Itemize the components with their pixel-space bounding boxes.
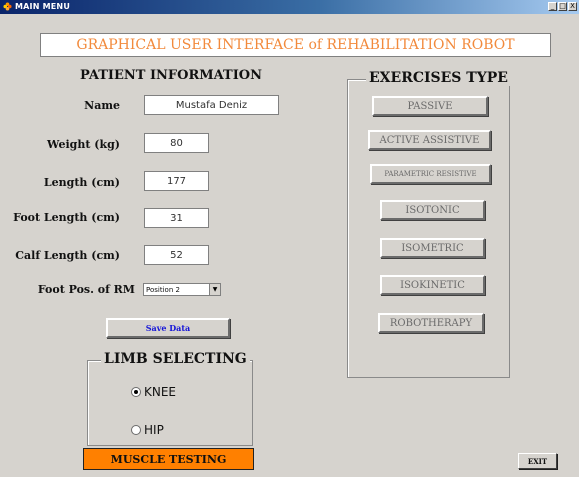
active-assistive-button[interactable]: ACTIVE ASSISTIVE [368, 130, 491, 150]
hip-radio[interactable]: HIP [131, 423, 164, 437]
app-title: GRAPHICAL USER INTERFACE of REHABILITATI… [40, 33, 551, 57]
flower-icon [3, 2, 12, 11]
foot-pos-select[interactable]: Position 2 ▼ [143, 283, 221, 296]
radio-checked-icon[interactable] [131, 387, 141, 397]
calf-length-field[interactable]: 52 [144, 245, 209, 265]
chevron-down-icon[interactable]: ▼ [209, 284, 220, 295]
limb-panel-title: LIMB SELECTING [101, 351, 250, 367]
calf-length-label: Calf Length (cm) [15, 249, 120, 262]
minimize-button[interactable]: _ [548, 2, 557, 11]
knee-label: KNEE [144, 385, 177, 399]
weight-field[interactable]: 80 [144, 133, 209, 153]
foot-length-field[interactable]: 31 [144, 208, 209, 228]
exit-button[interactable]: EXIT [518, 453, 557, 469]
robotherapy-button[interactable]: ROBOTHERAPY [378, 313, 484, 333]
parametric-resistive-button[interactable]: PARAMETRIC RESISTIVE [370, 164, 491, 184]
name-label: Name [84, 99, 120, 112]
name-field[interactable]: Mustafa Deniz [144, 95, 279, 115]
length-field[interactable]: 177 [144, 171, 209, 191]
foot-length-label: Foot Length (cm) [13, 211, 120, 224]
maximize-button[interactable]: □ [558, 2, 567, 11]
weight-label: Weight (kg) [47, 138, 120, 151]
title-bar: MAIN MENU _ □ X [0, 0, 579, 14]
length-label: Length (cm) [43, 176, 120, 189]
knee-radio[interactable]: KNEE [131, 385, 176, 399]
isometric-button[interactable]: ISOMETRIC [380, 238, 485, 258]
foot-pos-value: Position 2 [146, 285, 180, 294]
passive-button[interactable]: PASSIVE [372, 96, 488, 116]
hip-label: HIP [144, 423, 164, 437]
save-data-button[interactable]: Save Data [106, 318, 230, 338]
window-title: MAIN MENU [15, 2, 71, 11]
limb-panel [87, 360, 253, 446]
isotonic-button[interactable]: ISOTONIC [380, 200, 485, 220]
patient-info-title: PATIENT INFORMATION [80, 68, 262, 83]
muscle-testing-button[interactable]: MUSCLE TESTING [83, 448, 254, 470]
isokinetic-button[interactable]: ISOKINETIC [380, 275, 485, 295]
close-button[interactable]: X [568, 2, 577, 11]
radio-unchecked-icon[interactable] [131, 425, 141, 435]
exercises-panel [347, 79, 510, 378]
exercises-panel-title: EXERCISES TYPE [366, 70, 511, 86]
foot-pos-label: Foot Pos. of RM [37, 283, 135, 296]
